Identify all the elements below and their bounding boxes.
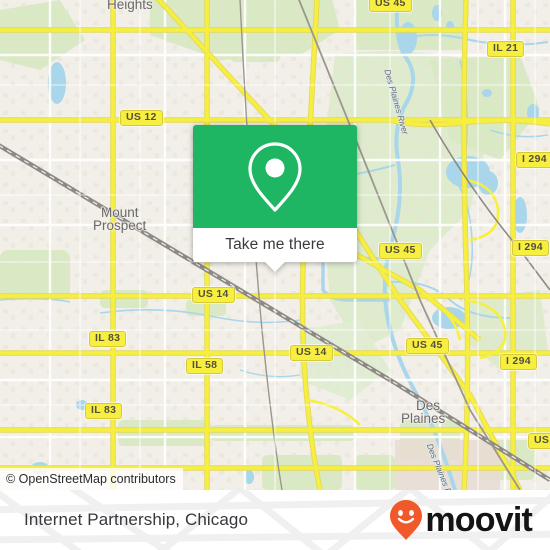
road-shield-il-58[interactable]: IL 58 <box>186 358 224 374</box>
road-shield-us-14-lower[interactable]: US 14 <box>290 345 333 361</box>
road-shield-i-294-lower[interactable]: I 294 <box>500 354 537 370</box>
road-shield-i-294-mid[interactable]: I 294 <box>512 240 549 256</box>
map-pin-icon <box>248 141 302 212</box>
take-me-there-label: Take me there <box>225 236 325 253</box>
road-shield-il-83-upper[interactable]: IL 83 <box>89 331 127 347</box>
road-shield-il-21[interactable]: IL 21 <box>487 41 525 57</box>
popup-image-panel <box>193 125 357 228</box>
moovit-logo[interactable]: moovit <box>389 499 533 541</box>
road-shield-us-45-mid[interactable]: US 45 <box>379 243 422 259</box>
map-canvas[interactable]: Heights Mount Prospect Des Plaines Des P… <box>0 0 550 490</box>
road-shield-us-45-north[interactable]: US 45 <box>369 0 412 12</box>
road-shield-i-294-upper[interactable]: I 294 <box>516 152 550 168</box>
road-shield-il-83-lower[interactable]: IL 83 <box>85 403 123 419</box>
road-shield-us-45-lower[interactable]: US 45 <box>406 338 449 354</box>
place-label-heights: Heights <box>107 0 153 12</box>
moovit-wordmark: moovit <box>425 501 532 539</box>
place-label-plaines: Plaines <box>401 411 446 426</box>
place-label-prospect: Prospect <box>93 218 147 233</box>
road-shield-us-12[interactable]: US 12 <box>120 110 163 126</box>
take-me-there-popup[interactable]: Take me there <box>193 125 357 272</box>
popup-tail <box>264 261 286 272</box>
moovit-map-card: Heights Mount Prospect Des Plaines Des P… <box>0 0 550 550</box>
popup-action-panel[interactable]: Take me there <box>193 228 357 272</box>
location-title: Internet Partnership, Chicago <box>24 510 249 529</box>
osm-attribution[interactable]: © OpenStreetMap contributors <box>0 468 183 490</box>
moovit-smiley-pin-icon <box>390 500 423 540</box>
road-shield-us-14-upper[interactable]: US 14 <box>192 287 235 303</box>
footer-bar: Internet Partnership, Chicago moovit <box>0 490 550 550</box>
road-shield-us-edge[interactable]: US <box>528 433 550 449</box>
